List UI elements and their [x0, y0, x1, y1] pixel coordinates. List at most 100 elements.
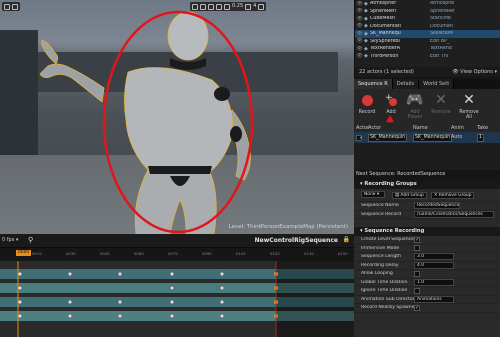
current-frame[interactable]: 0000: [16, 250, 32, 256]
outliner-row[interactable]: 👁 ◆ CubeMesh StaticMe: [355, 15, 500, 23]
outliner-row[interactable]: 👁 ◆ Atmospher Atmosphe: [355, 0, 500, 8]
sequence-name-input[interactable]: RecordedSequence: [414, 202, 460, 210]
keyframe: [117, 313, 123, 319]
actor-type[interactable]: TextRend: [430, 46, 480, 51]
rotate-icon[interactable]: [200, 3, 206, 10]
snap-value[interactable]: 0.25: [232, 2, 243, 11]
property-checkbox[interactable]: [414, 236, 420, 243]
add-player-button[interactable]: 🎮 Add Player: [404, 91, 426, 120]
property-checkbox[interactable]: [414, 270, 420, 277]
group-dropdown[interactable]: None ▾: [361, 190, 385, 198]
visibility-eye-icon[interactable]: 👁: [355, 38, 364, 44]
actor-type[interactable]: SphereRef: [430, 9, 480, 14]
outliner-row[interactable]: 👁 ◆ SkySphereBl Edit BP_: [355, 38, 500, 46]
maximize-icon[interactable]: [258, 3, 265, 10]
recorded-actors-table[interactable]: Actor Actor Name Anim Take SK_Mannequin …: [354, 123, 500, 170]
anim-value: Auto: [451, 135, 463, 140]
visibility-eye-icon[interactable]: 👁: [355, 8, 364, 14]
outliner-row[interactable]: 👁 ◆ SK_Mannequ SkeletalM: [355, 30, 500, 38]
keyframe: [17, 285, 23, 291]
perspective-icon[interactable]: [12, 3, 18, 10]
keyframe: [67, 271, 73, 277]
timeline-ruler[interactable]: 0000 0015 0030 0045 0060 0075 0090 0105 0120 013…: [0, 247, 354, 261]
visibility-eye-icon[interactable]: 👁: [355, 23, 364, 29]
visibility-eye-icon[interactable]: 👁: [355, 31, 364, 37]
actor-field[interactable]: SK_Mannequin: [368, 133, 408, 142]
outliner-status-bar: 22 actors (1 selected) 👁 View Options ▾: [355, 67, 500, 77]
visibility-eye-icon[interactable]: 👁: [355, 1, 364, 7]
viewport-menu-right[interactable]: 0.25 4: [190, 2, 267, 11]
visibility-eye-icon[interactable]: 👁: [355, 53, 364, 59]
sequencer-toolbar: 0 fps ▾ ⚲ NewControlRigSequence 🔒: [0, 234, 354, 247]
property-row: Global Time Dilation 1.0: [354, 278, 500, 287]
viewport-options-icon[interactable]: [4, 3, 10, 10]
sequence-path-input[interactable]: /Game/Cinematics/Sequences: [414, 210, 494, 218]
actor-label: SK_Mannequ: [370, 31, 401, 37]
actor-type[interactable]: StaticMe: [430, 16, 480, 21]
name-field[interactable]: SK_Mannequin: [413, 133, 453, 142]
add-button[interactable]: + Add: [380, 91, 402, 115]
property-label: Allow Looping: [361, 271, 393, 277]
recording-groups-header[interactable]: ▾ Recording Groups: [354, 180, 500, 189]
actor-type[interactable]: Edit Thi: [430, 54, 480, 59]
property-checkbox[interactable]: [414, 304, 420, 311]
property-checkbox[interactable]: [414, 287, 420, 294]
record-button[interactable]: Record: [356, 91, 378, 115]
property-field[interactable]: 1.0: [414, 278, 454, 286]
actor-type[interactable]: Atmosphe: [430, 1, 480, 6]
level-viewport[interactable]: 0.25 4 Level: ThirdPersonExampleMap (Per…: [0, 0, 354, 234]
lock-icon[interactable]: 🔒: [343, 236, 350, 243]
take-field[interactable]: 1: [477, 133, 485, 142]
keyframe: [219, 313, 225, 319]
outliner-row[interactable]: 👁 ◆ SphereRefl SphereRef: [355, 8, 500, 16]
control-rig-icon[interactable]: ⚲: [28, 236, 33, 244]
property-checkbox[interactable]: [414, 245, 420, 252]
mannequin-character[interactable]: [0, 0, 354, 234]
visibility-eye-icon[interactable]: 👁: [355, 16, 364, 22]
property-field[interactable]: Animations: [414, 295, 454, 303]
viewport-menu-left[interactable]: [2, 2, 20, 11]
tab-details[interactable]: Details: [392, 79, 420, 89]
panel-tabs[interactable]: Sequence R Details World Sett: [354, 79, 500, 89]
remove-button[interactable]: ✕ Remove: [430, 91, 452, 115]
grid-snap-icon[interactable]: [216, 3, 222, 10]
sequence-recording-path-row: Sequence Record /Game/Cinematics/Sequenc…: [354, 210, 500, 219]
actor-active-checkbox[interactable]: [356, 134, 362, 141]
fps-dropdown[interactable]: 0 fps ▾: [2, 237, 18, 243]
camera-speed[interactable]: 4: [253, 2, 256, 11]
track-area[interactable]: [0, 261, 354, 337]
property-field[interactable]: 4.0: [414, 261, 454, 269]
ruler-tick: 0030: [66, 251, 76, 256]
ruler-tick: 0060: [134, 251, 144, 256]
angle-snap-icon[interactable]: [224, 3, 230, 10]
remove-all-button[interactable]: ✕ Remove All: [458, 91, 480, 120]
property-field[interactable]: 3.0: [414, 253, 454, 261]
camera-speed-icon[interactable]: [245, 3, 252, 10]
keyframe: [67, 299, 73, 305]
outliner-row[interactable]: 👁 ◆ ThirdPerson Edit Thi: [355, 53, 500, 61]
actor-type[interactable]: Documen: [430, 24, 480, 29]
table-row[interactable]: SK_Mannequin SK_Mannequin Auto 1: [354, 132, 500, 143]
actor-label: SphereRefl: [370, 8, 396, 14]
table-header: Actor Actor Name Anim Take: [354, 123, 500, 132]
outliner-row[interactable]: 👁 ◆ Documentati Documen: [355, 23, 500, 31]
property-label: Sequence Length: [361, 254, 401, 260]
actor-type[interactable]: SkeletalM: [430, 31, 480, 36]
outliner-row[interactable]: 👁 ◆ TextRenderA TextRend: [355, 45, 500, 53]
level-label: Level: ThirdPersonExampleMap (Persistent…: [228, 224, 348, 230]
group-row: None ▾ ▤ Add Group ✕ Remove Group: [354, 189, 500, 202]
next-sequence-label: Next Sequence: RecordedSequence: [356, 171, 446, 177]
view-options-button[interactable]: 👁 View Options ▾: [452, 69, 497, 75]
tab-world-settings[interactable]: World Sett: [419, 79, 455, 89]
actor-type[interactable]: Edit BP_: [430, 39, 480, 44]
remove-group-button[interactable]: ✕ Remove Group: [430, 191, 475, 199]
tab-sequence-recorder[interactable]: Sequence R: [354, 79, 393, 89]
translate-icon[interactable]: [192, 3, 198, 10]
sequence-recording-header[interactable]: ▾ Sequence Recording: [354, 227, 500, 236]
sequencer-panel[interactable]: 0 fps ▾ ⚲ NewControlRigSequence 🔒 0000 0…: [0, 234, 354, 337]
add-group-button[interactable]: ▤ Add Group: [392, 191, 427, 199]
scale-icon[interactable]: [208, 3, 214, 10]
recording-settings-panel: ▾ Recording Groups None ▾ ▤ Add Group ✕ …: [354, 180, 500, 337]
world-outliner[interactable]: 👁 ◆ Atmospher Atmosphe 👁 ◆ SphereRefl SphereRef…: [354, 0, 500, 77]
visibility-eye-icon[interactable]: 👁: [355, 46, 364, 52]
